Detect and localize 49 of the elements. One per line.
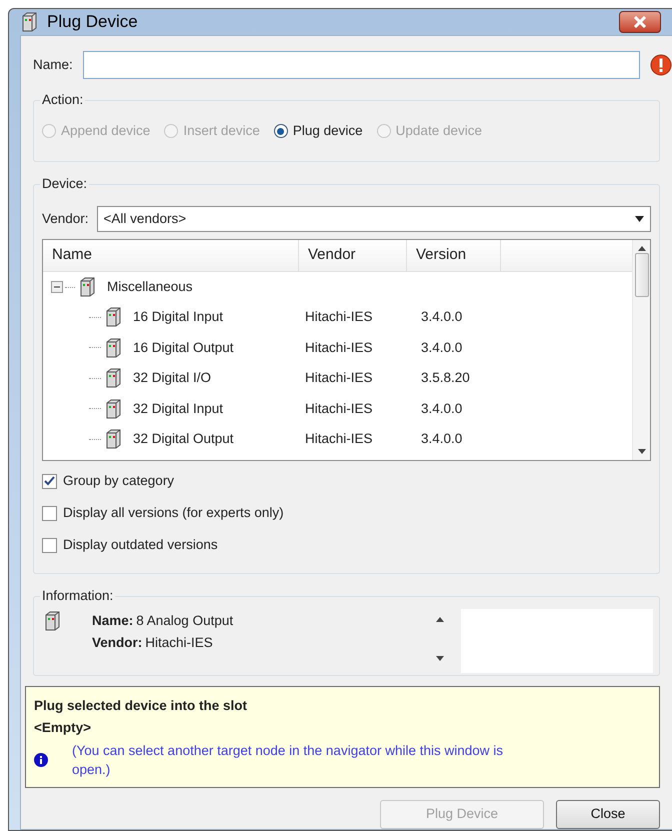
table-cell-text: Hitachi-IES xyxy=(304,400,374,418)
window-title: Plug Device xyxy=(47,11,138,34)
close-button[interactable] xyxy=(619,11,661,33)
field-label: Name: xyxy=(33,56,73,74)
tree-item[interactable]: 32 Digital I/O xyxy=(133,368,212,388)
tree-item[interactable]: 32 Digital Input xyxy=(133,398,224,419)
info-text: Vendor: Hitachi-IES xyxy=(92,634,214,652)
caret-icon xyxy=(635,216,644,222)
checkbox[interactable] xyxy=(42,538,57,552)
tree-item[interactable]: 32 Digital Output xyxy=(133,429,234,450)
table-cell-text: Hitachi-IES xyxy=(304,338,374,357)
dialog-button[interactable]: Close xyxy=(556,800,660,829)
message-title: Plug selected device into the slot xyxy=(34,697,248,715)
table-cell-text: 3.4.0.0 xyxy=(420,430,464,448)
field-label: Vendor: xyxy=(42,210,89,228)
table-cell-text: 3.4.0.0 xyxy=(420,338,464,357)
column-header[interactable]: Name xyxy=(43,240,299,271)
tree-item[interactable]: 16 Digital Output xyxy=(133,338,234,358)
collapse-icon[interactable] xyxy=(51,281,63,293)
checkbox-label[interactable]: Display outdated versions xyxy=(63,534,218,556)
checkbox-label[interactable]: Display all versions (for experts only) xyxy=(63,502,284,524)
hint-text: (You can select another target node in the navigator while this window is open.) xyxy=(72,742,504,779)
scroll-up-icon[interactable] xyxy=(638,246,646,251)
info-icon xyxy=(34,753,48,767)
radio-option[interactable]: Plug device xyxy=(274,121,363,142)
table-cell-text: 3.4.0.0 xyxy=(420,308,464,326)
table-cell-text: Hitachi-IES xyxy=(304,430,374,448)
scroll-down-icon[interactable] xyxy=(638,449,646,454)
column-header[interactable]: Version xyxy=(407,240,501,271)
table-cell-text: 3.5.8.20 xyxy=(420,369,471,388)
name-field[interactable] xyxy=(82,51,640,79)
checkbox-label[interactable]: Group by category xyxy=(63,470,174,492)
checkbox[interactable] xyxy=(42,506,57,520)
scroll-up-icon[interactable] xyxy=(436,617,444,622)
checkmark-icon xyxy=(44,476,55,486)
table-cell-text: Hitachi-IES xyxy=(304,308,374,326)
scrollbar[interactable] xyxy=(632,240,650,460)
table-cell-text: Hitachi-IES xyxy=(304,369,374,388)
info-text: Name: 8 Analog Output xyxy=(92,612,234,630)
table-cell-text: 3.4.0.0 xyxy=(420,400,464,418)
tree-item[interactable]: Miscellaneous xyxy=(107,276,193,298)
scroll-down-icon[interactable] xyxy=(436,656,444,661)
checkbox[interactable] xyxy=(42,474,57,488)
close-icon xyxy=(633,16,647,28)
vendor-dropdown[interactable]: <All vendors> xyxy=(96,206,651,232)
column-header[interactable]: Vendor xyxy=(299,240,407,271)
tree-item[interactable]: 16 Digital Input xyxy=(133,307,224,328)
slot-name: <Empty> xyxy=(34,719,92,737)
scroll-thumb[interactable] xyxy=(634,253,648,297)
